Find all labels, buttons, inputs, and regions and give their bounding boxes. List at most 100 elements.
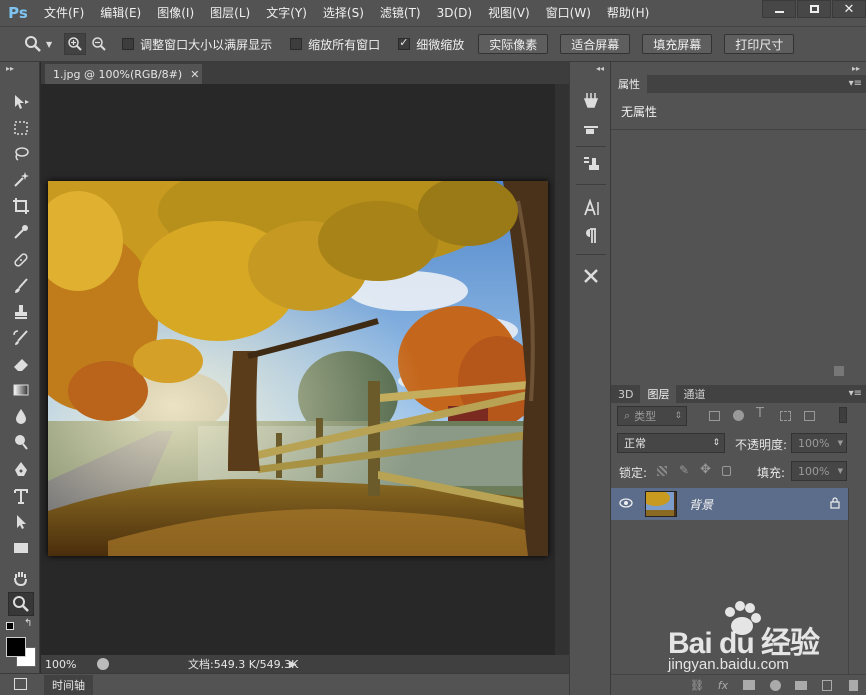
filter-type-icon[interactable]: T [756, 406, 764, 421]
foreground-color-swatch[interactable] [6, 637, 26, 657]
delete-icon[interactable] [834, 366, 844, 376]
document-tab[interactable]: 1.jpg @ 100%(RGB/8#) ✕ [45, 64, 202, 84]
pen-tool[interactable] [8, 458, 34, 482]
scrubby-zoom-option[interactable]: 细微缩放 [398, 36, 464, 53]
filter-adjustment-icon[interactable] [733, 410, 744, 421]
blur-tool[interactable] [8, 404, 34, 428]
filter-smart-object-icon[interactable] [804, 411, 815, 421]
marquee-tool[interactable] [8, 116, 34, 140]
clone-stamp-tool[interactable] [8, 300, 34, 324]
eraser-icon [14, 359, 28, 371]
hand-tool[interactable] [8, 566, 34, 590]
tab-layers[interactable]: 图层 [640, 385, 677, 403]
layer-filter-select[interactable]: ⌕ 类型 ⇕ [617, 406, 687, 426]
menu-edit[interactable]: 编辑(E) [92, 0, 149, 26]
opacity-input[interactable]: 100% ▼ [791, 433, 847, 453]
dodge-tool[interactable] [8, 430, 34, 454]
brush-tool[interactable] [8, 274, 34, 298]
layer-name[interactable]: 背景 [689, 496, 713, 513]
visibility-eye-icon[interactable] [619, 497, 633, 511]
right-collapse-icon[interactable]: ▸▸ [852, 64, 860, 73]
lock-move-icon[interactable]: ✥ [700, 462, 711, 477]
eraser-tool[interactable] [8, 352, 34, 376]
expand-panels-icon[interactable]: ◂◂ [596, 64, 604, 73]
timeline-tab[interactable]: 时间轴 [44, 674, 93, 695]
filter-toggle[interactable] [839, 407, 847, 423]
blend-mode-select[interactable]: 正常 ⇕ [617, 433, 725, 453]
resize-windows-option[interactable]: 调整窗口大小以满屏显示 [122, 36, 272, 53]
move-tool[interactable] [8, 90, 34, 114]
lock-brush-icon[interactable]: ✎ [679, 463, 689, 477]
history-brush-tool[interactable] [8, 326, 34, 350]
zoom-tool[interactable] [8, 592, 34, 616]
menu-view[interactable]: 视图(V) [480, 0, 538, 26]
actual-pixels-button[interactable]: 实际像素 [478, 34, 549, 54]
status-export-icon[interactable] [97, 658, 109, 670]
default-colors-icon[interactable] [6, 622, 14, 630]
lasso-tool[interactable] [8, 142, 34, 166]
fill-input[interactable]: 100% ▼ [791, 461, 847, 481]
tab-properties[interactable]: 属性 [611, 75, 647, 93]
lock-transparent-icon[interactable] [657, 466, 667, 476]
layers-scrollbar[interactable] [848, 488, 866, 674]
rectangle-tool[interactable] [8, 536, 34, 560]
clone-source-panel-icon[interactable] [581, 154, 601, 174]
close-icon[interactable]: ✕ [190, 68, 199, 81]
panel-menu-icon[interactable]: ▾≡ [849, 78, 862, 89]
minimize-button[interactable] [762, 0, 796, 18]
tools-collapse-icon[interactable]: ▸▸ [6, 64, 14, 73]
close-button[interactable]: ✕ [832, 0, 866, 18]
zoom-in-button[interactable] [64, 33, 87, 55]
tool-presets-panel-icon[interactable] [581, 90, 601, 110]
menu-help[interactable]: 帮助(H) [599, 0, 657, 26]
gradient-tool[interactable] [8, 378, 34, 402]
path-selection-tool[interactable] [8, 510, 34, 534]
menu-3d[interactable]: 3D(D) [429, 0, 480, 26]
filter-pixel-icon[interactable] [709, 411, 720, 421]
menu-filter[interactable]: 滤镜(T) [372, 0, 429, 26]
resize-windows-checkbox[interactable] [122, 38, 135, 50]
menu-window[interactable]: 窗口(W) [538, 0, 599, 26]
trash-icon[interactable] [840, 679, 866, 691]
menu-image[interactable]: 图像(I) [149, 0, 202, 26]
filter-shape-icon[interactable] [780, 411, 791, 421]
timeline-panel-icon[interactable] [14, 678, 27, 690]
zoom-all-windows-option[interactable]: 缩放所有窗口 [290, 36, 380, 53]
photoshop-logo: Ps [8, 4, 28, 22]
menu-layer[interactable]: 图层(L) [202, 0, 258, 26]
fill-screen-button[interactable]: 填充屏幕 [642, 34, 713, 54]
paragraph-panel-icon[interactable] [581, 226, 601, 246]
vertical-scrollbar[interactable] [555, 84, 569, 655]
zoom-all-windows-checkbox[interactable] [290, 38, 303, 50]
eyedropper-tool[interactable] [8, 220, 34, 244]
crop-tool[interactable] [8, 194, 34, 218]
menu-select[interactable]: 选择(S) [315, 0, 372, 26]
layer-thumbnail [645, 491, 677, 517]
stamp-icon [15, 305, 27, 319]
character-panel-icon[interactable] [581, 198, 601, 218]
tab-channels[interactable]: 通道 [676, 385, 712, 403]
scrubby-zoom-checkbox[interactable] [398, 36, 411, 50]
tools-icon [584, 269, 598, 283]
healing-brush-tool[interactable] [8, 248, 34, 272]
tool-settings-panel-icon[interactable] [581, 266, 601, 286]
zoom-level-field[interactable]: 100% [41, 658, 91, 671]
brush-panel-icon[interactable] [581, 118, 601, 138]
type-tool[interactable] [8, 484, 34, 508]
layer-row-background[interactable]: 背景 [611, 488, 848, 520]
status-menu-arrow-icon[interactable]: ▶ [289, 659, 297, 670]
tab-3d[interactable]: 3D [611, 385, 640, 403]
panel-menu-icon[interactable]: ▾≡ [849, 388, 862, 399]
menu-type[interactable]: 文字(Y) [258, 0, 315, 26]
menu-file[interactable]: 文件(F) [36, 0, 92, 26]
document-image[interactable] [48, 181, 548, 556]
tool-preset-picker[interactable]: ▼ [24, 35, 52, 53]
zoom-out-button[interactable] [88, 33, 110, 55]
print-size-button[interactable]: 打印尺寸 [724, 34, 795, 54]
maximize-button[interactable] [797, 0, 831, 18]
magic-wand-tool[interactable] [8, 168, 34, 192]
swap-colors-icon[interactable]: ↰ [24, 618, 32, 629]
path-selection-icon [17, 515, 26, 529]
lock-all-icon[interactable] [722, 466, 731, 476]
fit-screen-button[interactable]: 适合屏幕 [560, 34, 631, 54]
